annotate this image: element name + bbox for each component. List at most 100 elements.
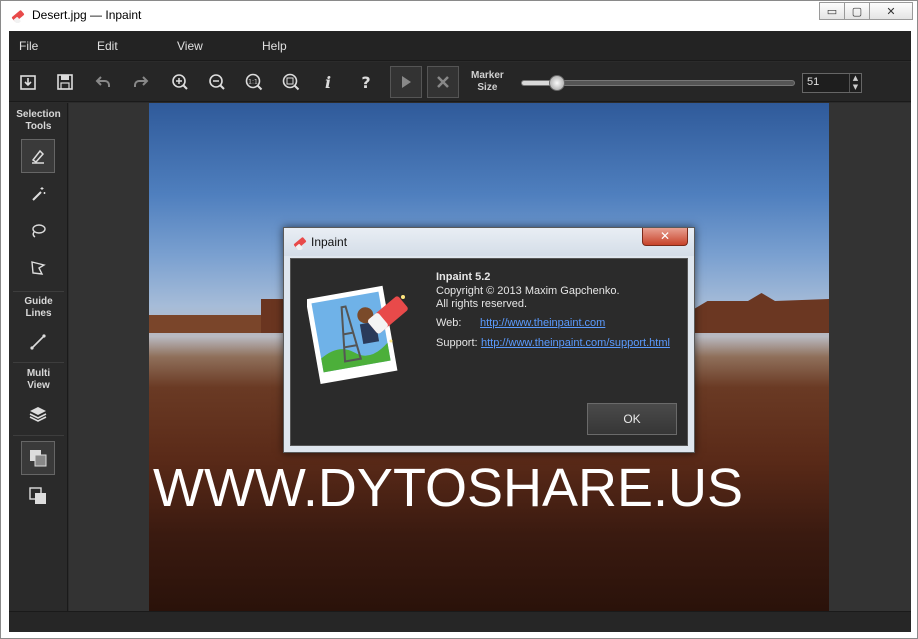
menu-bar: File Edit View Help	[9, 31, 911, 61]
info-icon: i	[324, 72, 332, 92]
view-original-button[interactable]	[21, 441, 55, 475]
redo-button[interactable]	[127, 68, 155, 96]
support-link[interactable]: http://www.theinpaint.com/support.html	[481, 337, 670, 349]
menu-help[interactable]: Help	[262, 39, 287, 53]
minimize-button[interactable]: ▭	[819, 2, 845, 20]
magic-wand-icon	[32, 187, 46, 201]
marker-size-value[interactable]: 51	[807, 76, 819, 88]
ok-button[interactable]: OK	[587, 403, 677, 435]
view-result-button[interactable]	[21, 479, 55, 513]
zoom-in-button[interactable]	[166, 68, 194, 96]
layers-icon	[29, 407, 47, 422]
undo-button[interactable]	[89, 68, 117, 96]
multi-view-button[interactable]	[21, 397, 55, 431]
selection-tools-title-line2: Tools	[25, 121, 52, 132]
watermark-text: WWW.DYTOSHARE.US	[153, 458, 744, 518]
guide-lines-title: Guide Lines	[9, 296, 68, 320]
dialog-close-button[interactable]: ✕	[642, 228, 688, 246]
rock-butte	[261, 299, 283, 333]
marker-size-slider-thumb[interactable]	[549, 75, 565, 91]
multi-view-title-line2: View	[27, 380, 50, 391]
open-icon	[20, 75, 36, 90]
menu-edit[interactable]: Edit	[97, 39, 118, 53]
stacked-squares-icon	[29, 487, 46, 504]
copyright-text: Copyright © 2013 Maxim Gapchenko.	[436, 285, 620, 297]
actual-size-icon: 1:1	[245, 73, 263, 91]
info-button[interactable]: i	[314, 68, 342, 96]
marker-size-label: Marker Size	[471, 70, 504, 94]
menu-view[interactable]: View	[177, 39, 203, 53]
undo-icon	[95, 76, 110, 87]
title-bar: Desert.jpg — Inpaint ▭ ▢ ✕	[1, 1, 917, 30]
marker-size-spinbox[interactable]: 51 ▲ ▼	[802, 73, 862, 93]
menu-file[interactable]: File	[19, 39, 38, 53]
mesa-ridge	[694, 293, 829, 333]
inpaint-logo-icon	[307, 285, 408, 385]
zoom-out-button[interactable]	[203, 68, 231, 96]
web-link[interactable]: http://www.theinpaint.com	[480, 317, 605, 329]
about-dialog: Inpaint ✕ Inpaint 5.2 Copyright © 2013 M…	[283, 227, 695, 453]
chevron-down-icon[interactable]: ▼	[850, 83, 861, 92]
zoom-in-icon	[172, 74, 188, 90]
help-button[interactable]: ?	[352, 68, 380, 96]
svg-text:1:1: 1:1	[248, 79, 258, 86]
sidebar-divider	[13, 291, 64, 292]
marker-size-stepper[interactable]: ▲ ▼	[849, 74, 861, 92]
open-button[interactable]	[14, 68, 42, 96]
redo-icon	[134, 76, 149, 87]
close-icon: ✕	[659, 229, 671, 243]
guide-lines-title-line2: Lines	[25, 308, 52, 319]
help-icon: ?	[361, 72, 371, 92]
dialog-title-bar: Inpaint ✕	[284, 228, 694, 256]
rights-text: All rights reserved.	[436, 298, 528, 310]
polygon-lasso-icon	[31, 261, 46, 275]
lasso-icon	[32, 224, 46, 238]
eraser-app-icon	[11, 10, 25, 23]
overlapping-squares-icon	[30, 450, 47, 467]
support-label: Support:	[436, 337, 478, 349]
cancel-icon	[437, 76, 449, 88]
marker-tool-button[interactable]	[21, 139, 55, 173]
sidebar-divider	[13, 435, 64, 436]
product-name: Inpaint 5.2	[436, 271, 491, 283]
fit-window-button[interactable]	[277, 68, 305, 96]
selection-tools-title-line1: Selection	[16, 109, 61, 120]
selection-tools-title: Selection Tools	[9, 109, 68, 133]
minimize-icon: ▭	[826, 4, 838, 18]
multi-view-title: Multi View	[9, 368, 68, 392]
marker-pen-icon	[31, 149, 45, 164]
run-button[interactable]	[390, 66, 422, 98]
app-window: Desert.jpg — Inpaint ▭ ▢ ✕ File Edit Vie…	[0, 0, 918, 639]
save-icon	[57, 74, 73, 90]
tools-sidebar: Selection Tools Guide Lines Multi View	[9, 103, 68, 611]
window-title: Desert.jpg — Inpaint	[32, 8, 142, 22]
fit-window-icon	[282, 73, 300, 91]
window-controls: ▭ ▢ ✕	[819, 2, 913, 20]
guide-line-tool-button[interactable]	[21, 325, 55, 359]
magic-wand-tool-button[interactable]	[21, 177, 55, 211]
close-icon: ✕	[886, 4, 896, 18]
multi-view-title-line1: Multi	[26, 368, 51, 379]
zoom-out-icon	[209, 74, 225, 90]
eraser-app-icon	[293, 237, 307, 250]
marker-size-label-line2: Size	[477, 82, 498, 93]
dialog-body: Inpaint 5.2 Copyright © 2013 Maxim Gapch…	[290, 258, 688, 446]
chevron-up-icon[interactable]: ▲	[850, 74, 861, 83]
dialog-title: Inpaint	[311, 235, 348, 249]
line-icon	[30, 334, 46, 350]
actual-size-button[interactable]: 1:1	[240, 68, 268, 96]
marker-size-slider[interactable]	[521, 75, 795, 91]
maximize-icon: ▢	[851, 4, 863, 18]
close-window-button[interactable]: ✕	[869, 2, 913, 20]
save-button[interactable]	[51, 68, 79, 96]
status-bar	[9, 611, 911, 632]
polygonal-lasso-tool-button[interactable]	[21, 251, 55, 285]
marker-size-label-line1: Marker	[471, 70, 504, 81]
maximize-button[interactable]: ▢	[844, 2, 870, 20]
guide-lines-title-line1: Guide	[24, 296, 53, 307]
sidebar-divider	[13, 362, 64, 363]
lasso-tool-button[interactable]	[21, 214, 55, 248]
run-icon	[402, 76, 411, 88]
cancel-button[interactable]	[427, 66, 459, 98]
toolbar: 1:1 i ? Marker Size 51 ▲ ▼	[9, 62, 911, 102]
